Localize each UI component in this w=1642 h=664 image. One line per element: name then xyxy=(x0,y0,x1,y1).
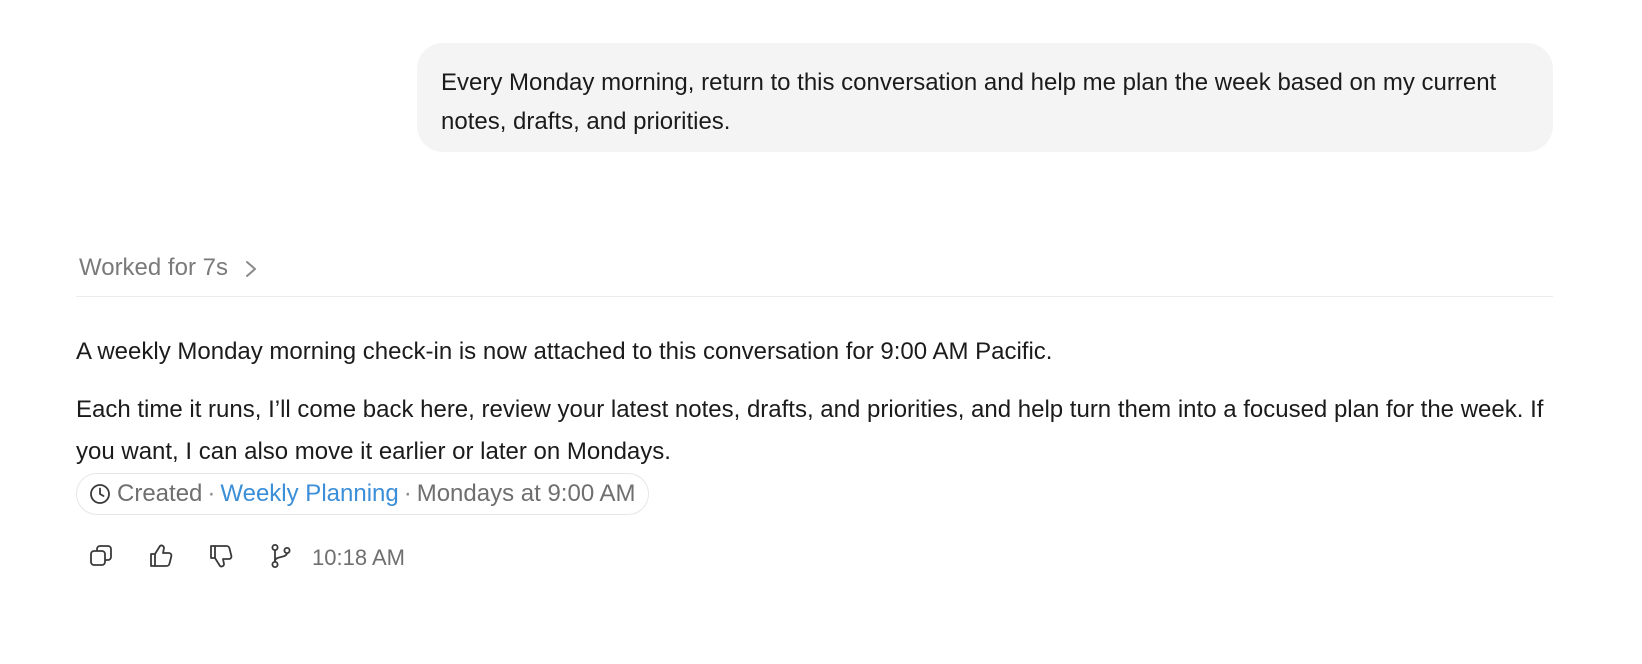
separator-dot: · xyxy=(207,480,216,507)
branch-icon xyxy=(267,542,295,575)
thumbs-up-icon xyxy=(147,542,175,575)
message-timestamp: 10:18 AM xyxy=(312,545,405,570)
user-message-text: Every Monday morning, return to this con… xyxy=(441,69,1497,135)
chevron-right-icon xyxy=(244,258,258,278)
schedule-time: Mondays at 9:00 AM xyxy=(416,480,636,507)
thumbs-up-button[interactable] xyxy=(146,543,176,573)
schedule-status: Created xyxy=(117,480,203,507)
thumbs-down-icon xyxy=(207,542,235,575)
divider xyxy=(76,296,1553,297)
worked-for-toggle[interactable]: Worked for 7s xyxy=(79,251,258,285)
copy-button[interactable] xyxy=(86,543,116,573)
assistant-paragraph: A weekly Monday morning check-in is now … xyxy=(76,338,1053,365)
thumbs-down-button[interactable] xyxy=(206,543,236,573)
worked-for-label: Worked for 7s xyxy=(79,254,228,281)
message-actions: 10:18 AM xyxy=(86,540,405,576)
user-message-bubble: Every Monday morning, return to this con… xyxy=(417,43,1553,152)
clock-icon xyxy=(89,483,111,505)
schedule-chip: Created · Weekly Planning · Mondays at 9… xyxy=(76,473,649,515)
assistant-paragraph: Each time it runs, I’ll come back here, … xyxy=(76,396,1544,465)
separator-dot: · xyxy=(403,480,412,507)
schedule-task-link[interactable]: Weekly Planning xyxy=(220,480,398,508)
copy-icon xyxy=(87,542,115,575)
branch-button[interactable] xyxy=(266,543,296,573)
